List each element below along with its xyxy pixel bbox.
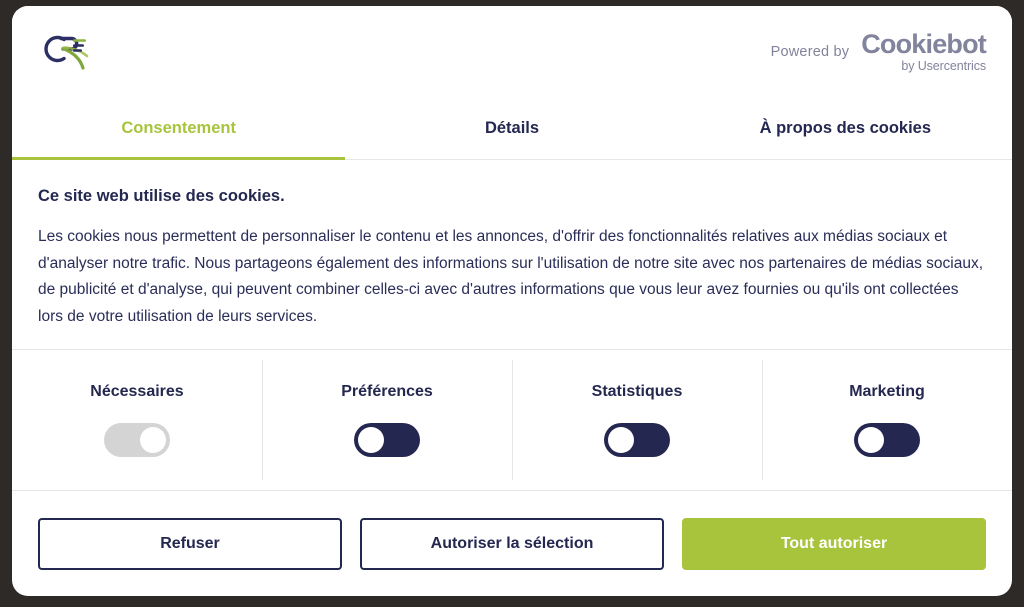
category-necessaires: Nécessaires bbox=[12, 350, 262, 490]
tab-a-propos-des-cookies[interactable]: À propos des cookies bbox=[679, 98, 1012, 159]
cookiebot-byline: by Usercentrics bbox=[901, 59, 986, 74]
deny-button[interactable]: Refuser bbox=[38, 517, 342, 570]
tab-details[interactable]: Détails bbox=[345, 98, 678, 159]
toggle-statistiques[interactable] bbox=[604, 423, 670, 457]
allow-selection-button[interactable]: Autoriser la sélection bbox=[360, 517, 664, 570]
category-label-preferences: Préférences bbox=[341, 383, 433, 400]
toggle-knob bbox=[140, 427, 166, 453]
content-description: Les cookies nous permettent de personnal… bbox=[38, 228, 984, 325]
cookiebot-logo: Cookiebot by Usercentrics bbox=[861, 29, 987, 74]
toggle-preferences[interactable] bbox=[354, 423, 420, 457]
category-label-marketing: Marketing bbox=[849, 383, 925, 400]
powered-by-cookiebot: Powered by Cookiebot by Usercentrics bbox=[770, 29, 987, 74]
cre-logo bbox=[34, 27, 90, 78]
content-title: Ce site web utilise des cookies. bbox=[38, 187, 285, 205]
tab-consentement[interactable]: Consentement bbox=[12, 98, 346, 160]
category-marketing: Marketing bbox=[762, 350, 1012, 490]
allow-all-button[interactable]: Tout autoriser bbox=[682, 517, 986, 570]
dialog-tabs: Consentement Détails À propos des cookie… bbox=[12, 98, 1012, 160]
toggle-knob bbox=[608, 427, 634, 453]
category-statistiques: Statistiques bbox=[512, 350, 762, 490]
dialog-footer: Refuser Autoriser la sélection Tout auto… bbox=[12, 491, 1012, 596]
category-preferences: Préférences bbox=[262, 350, 512, 490]
toggle-knob bbox=[858, 427, 884, 453]
toggle-knob bbox=[358, 427, 384, 453]
category-label-statistiques: Statistiques bbox=[591, 383, 683, 400]
toggle-necessaires[interactable] bbox=[104, 423, 170, 457]
cookie-categories: Nécessaires Préférences Statistiques Mar… bbox=[12, 350, 1012, 491]
powered-by-label: Powered by bbox=[770, 44, 850, 60]
modal-backdrop: Powered by Cookiebot by Usercentrics Con… bbox=[0, 0, 1024, 607]
dialog-header: Powered by Cookiebot by Usercentrics bbox=[12, 6, 1012, 98]
toggle-marketing[interactable] bbox=[854, 423, 920, 457]
cookiebot-wordmark: Cookiebot bbox=[861, 29, 987, 60]
category-label-necessaires: Nécessaires bbox=[90, 383, 184, 400]
cookie-consent-dialog: Powered by Cookiebot by Usercentrics Con… bbox=[12, 6, 1012, 596]
consent-content: Ce site web utilise des cookies. Les coo… bbox=[12, 160, 1012, 350]
